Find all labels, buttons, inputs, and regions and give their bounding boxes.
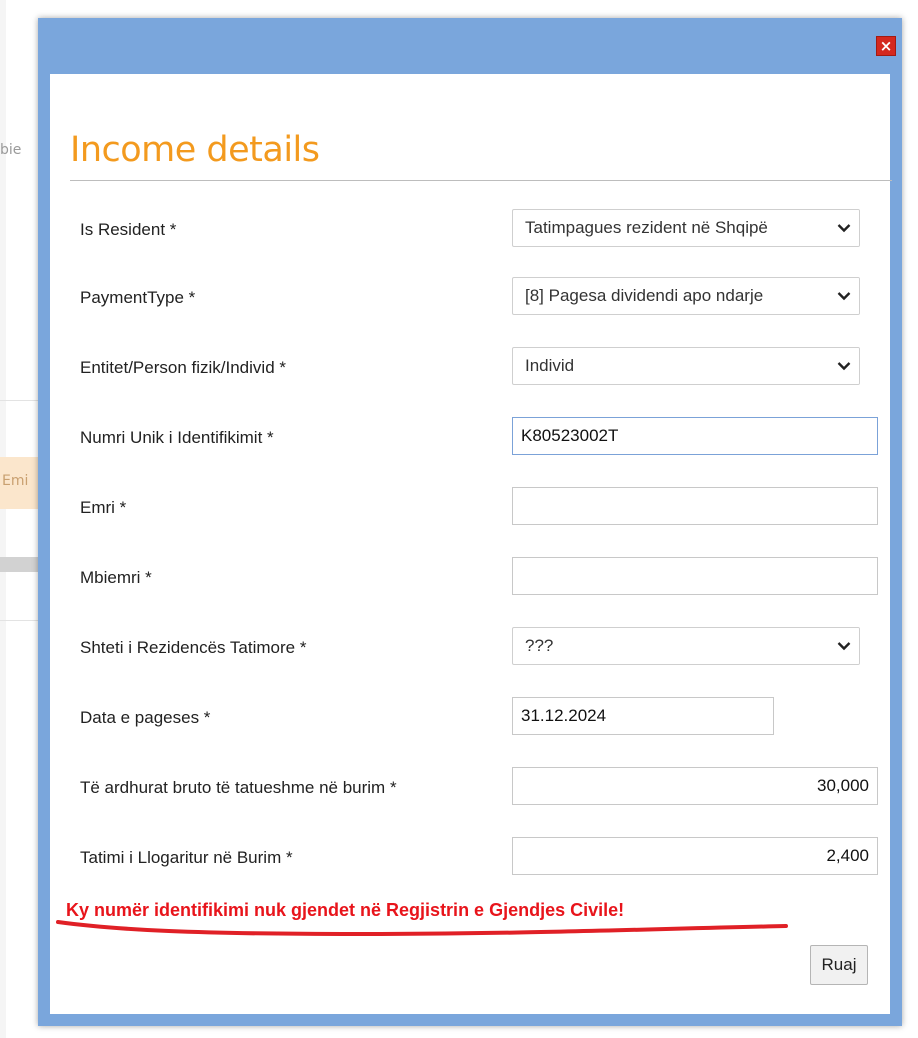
close-icon: ×	[879, 36, 893, 55]
payment-type-select[interactable]: [8] Pagesa dividendi apo ndarje	[512, 277, 860, 315]
dialog-title: Income details	[70, 130, 320, 170]
red-underline-annotation	[56, 920, 788, 937]
tax-residence-country-select[interactable]: ???	[512, 627, 860, 665]
background-tab-label: Emi	[2, 473, 29, 489]
payment-date-input[interactable]: 31.12.2024	[512, 697, 774, 735]
save-button[interactable]: Ruaj	[810, 945, 868, 985]
nui-input[interactable]: K80523002T	[512, 417, 878, 455]
is-resident-select[interactable]: Tatimpagues rezident në Shqipë	[512, 209, 860, 247]
income-details-dialog: × Income details Is Resident * Tatimpagu…	[38, 18, 902, 1026]
background-tab-highlight: Emi	[0, 457, 40, 509]
first-name-label: Emri *	[80, 498, 127, 517]
is-resident-label: Is Resident *	[80, 220, 177, 239]
chevron-down-icon	[829, 628, 859, 664]
chevron-down-icon	[829, 348, 859, 384]
tax-residence-country-label: Shteti i Rezidencës Tatimore *	[80, 638, 307, 657]
first-name-input[interactable]	[512, 487, 878, 525]
background-text-fragment: bie	[0, 142, 22, 158]
chevron-down-icon	[829, 210, 859, 246]
gross-income-label: Të ardhurat bruto të tatueshme në burim …	[80, 778, 397, 797]
entity-type-label: Entitet/Person fizik/Individ *	[80, 358, 286, 377]
dialog-content: Income details Is Resident * Tatimpagues…	[50, 74, 892, 1014]
withheld-tax-input[interactable]: 2,400	[512, 837, 878, 875]
tax-residence-country-value: ???	[525, 636, 554, 655]
withheld-tax-label: Tatimi i Llogaritur në Burim *	[80, 848, 293, 867]
last-name-label: Mbiemri *	[80, 568, 152, 587]
background-scrollbar	[0, 557, 40, 572]
gross-income-input[interactable]: 30,000	[512, 767, 878, 805]
background-divider	[0, 620, 40, 621]
title-divider	[70, 180, 892, 181]
close-button[interactable]: ×	[876, 36, 896, 56]
entity-type-select[interactable]: Individ	[512, 347, 860, 385]
payment-date-label: Data e pageses *	[80, 708, 211, 727]
nui-label: Numri Unik i Identifikimit *	[80, 428, 274, 447]
entity-type-value: Individ	[525, 356, 575, 375]
chevron-down-icon	[829, 278, 859, 314]
payment-type-value: [8] Pagesa dividendi apo ndarje	[525, 286, 764, 305]
payment-type-label: PaymentType *	[80, 288, 196, 307]
is-resident-value: Tatimpagues rezident në Shqipë	[525, 218, 768, 237]
background-divider	[0, 400, 40, 401]
last-name-input[interactable]	[512, 557, 878, 595]
